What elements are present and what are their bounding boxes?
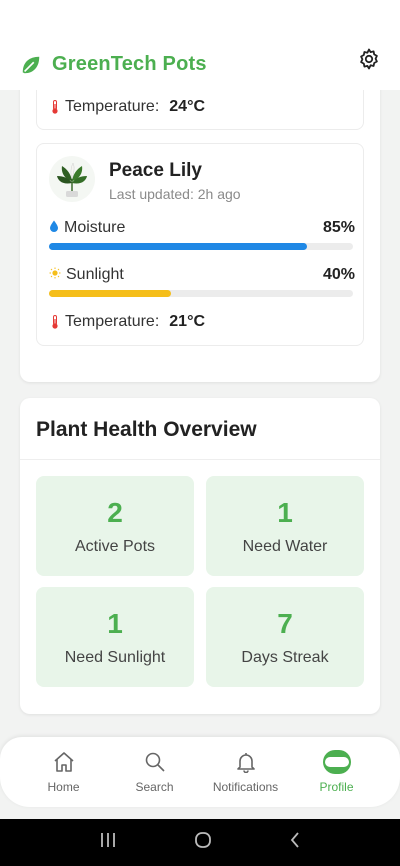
sunlight-label: Sunlight — [66, 266, 124, 283]
moisture-label: Moisture — [64, 219, 126, 236]
overview-title: Plant Health Overview — [36, 418, 257, 441]
plant-thumbnail — [49, 156, 95, 202]
stat-label: Days Streak — [241, 649, 329, 666]
plant-card-peace-lily[interactable]: Peace Lily Last updated: 2h ago Moisture… — [36, 143, 364, 346]
sunlight-value: 40% — [322, 266, 355, 283]
nav-label: Notifications — [212, 780, 279, 794]
main-content[interactable]: Temperature: 24°C Peace Lily Last update… — [0, 90, 400, 740]
thermometer-icon — [51, 315, 59, 329]
moisture-bar — [49, 243, 353, 250]
stat-label: Need Water — [242, 538, 328, 555]
nav-label: Profile — [319, 780, 354, 794]
profile-icon — [322, 750, 351, 774]
temperature-row: Temperature: 21°C — [51, 313, 205, 331]
plant-name: Peace Lily — [109, 160, 202, 181]
temperature-value: 24°C — [169, 98, 206, 115]
nav-label: Search — [135, 780, 174, 794]
settings-button[interactable] — [356, 48, 382, 74]
nav-item-home[interactable]: Home — [23, 750, 105, 794]
bell-icon — [232, 750, 260, 774]
back-button[interactable] — [289, 832, 301, 853]
stat-value: 1 — [107, 608, 123, 639]
nav-item-search[interactable]: Search — [114, 750, 196, 794]
brand: GreenTech Pots — [20, 53, 207, 76]
gear-icon — [357, 47, 381, 76]
bottom-nav: Home Search Notifications Profile — [0, 737, 400, 807]
stat-label: Active Pots — [74, 538, 156, 555]
stat-value: 7 — [277, 608, 293, 639]
leaf-icon — [20, 54, 42, 76]
recent-apps-button[interactable] — [99, 832, 117, 853]
last-updated: Last updated: 2h ago — [109, 186, 241, 202]
temperature-label: Temperature: — [65, 98, 160, 115]
moisture-row: Moisture 85% — [49, 219, 355, 237]
stat-tile-need-sunlight[interactable]: 1 Need Sunlight — [36, 587, 194, 687]
nav-label: Home — [47, 780, 80, 794]
moisture-value: 85% — [322, 219, 355, 236]
plants-panel: Temperature: 24°C Peace Lily Last update… — [20, 90, 380, 382]
stat-value: 1 — [277, 497, 293, 528]
home-system-button[interactable] — [194, 831, 212, 854]
temperature-value: 21°C — [169, 313, 206, 330]
moisture-bar-fill — [49, 243, 308, 250]
nav-item-notifications[interactable]: Notifications — [205, 750, 287, 794]
water-drop-icon — [49, 219, 59, 237]
app-title: GreenTech Pots — [52, 53, 207, 75]
sunlight-row: Sunlight 40% — [49, 266, 355, 284]
sunlight-bar-fill — [49, 290, 171, 297]
stat-tile-days-streak[interactable]: 7 Days Streak — [206, 587, 364, 687]
temperature-row: Temperature: 24°C — [51, 98, 205, 116]
system-nav-bar — [0, 819, 400, 866]
stat-value: 2 — [107, 497, 123, 528]
thermometer-icon — [51, 100, 59, 114]
nav-item-profile[interactable]: Profile — [296, 750, 378, 794]
app-header: GreenTech Pots — [0, 0, 400, 90]
plant-card[interactable]: Temperature: 24°C — [36, 90, 364, 130]
sunlight-bar — [49, 290, 353, 297]
home-icon — [50, 750, 78, 774]
stat-tile-active-pots[interactable]: 2 Active Pots — [36, 476, 194, 576]
temperature-label: Temperature: — [65, 313, 160, 330]
stat-tile-need-water[interactable]: 1 Need Water — [206, 476, 364, 576]
stat-label: Need Sunlight — [64, 649, 166, 666]
divider — [20, 459, 380, 460]
sun-icon — [49, 266, 61, 284]
search-icon — [141, 750, 169, 774]
plant-health-overview: Plant Health Overview 2 Active Pots 1 Ne… — [20, 398, 380, 714]
